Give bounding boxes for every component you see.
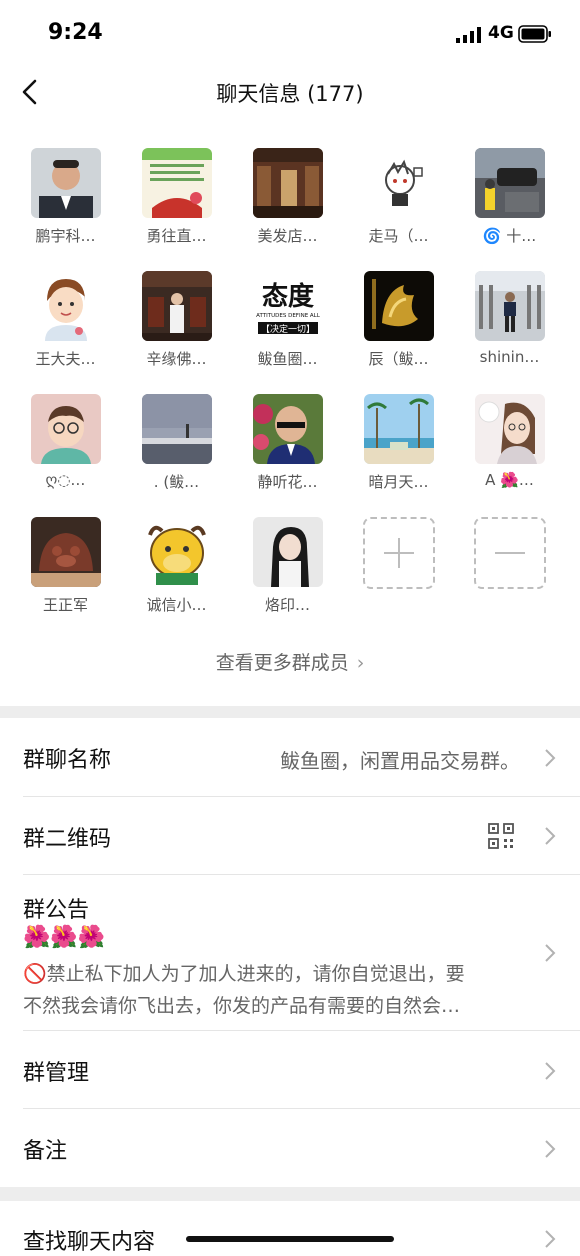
member-item[interactable]: 辛缘佛… <box>121 271 232 369</box>
member-name: . (鲅… <box>153 473 200 491</box>
search-chat-label: 查找聊天内容 <box>23 1230 156 1255</box>
avatar <box>474 148 545 218</box>
home-indicator[interactable] <box>186 1236 394 1242</box>
chevron-right-icon: › <box>356 652 365 674</box>
section-gap <box>0 706 580 718</box>
avatar-small-text: ATTITUDES DEFINE ALL <box>256 313 321 319</box>
member-item[interactable]: 鹏宇科… <box>10 148 121 246</box>
member-item[interactable]: 态度 ATTITUDES DEFINE ALL 【决定一切】 鲅鱼圈… <box>232 271 343 369</box>
member-name: A 🌺… <box>485 471 534 489</box>
avatar <box>474 271 545 341</box>
section-gap <box>0 1187 580 1201</box>
group-qr-label: 群二维码 <box>23 827 112 852</box>
chevron-right-icon <box>545 1230 556 1248</box>
status-bar: 9:24 4G <box>0 0 580 70</box>
member-name: 暗月天… <box>368 473 429 491</box>
member-name: 王大夫… <box>35 350 96 368</box>
avatar <box>141 148 212 218</box>
member-name: 静听花… <box>257 473 318 491</box>
member-name: 烙印… <box>264 596 310 614</box>
cell-signal-icon <box>456 27 481 43</box>
remark-row[interactable]: 备注 <box>0 1109 580 1187</box>
avatar <box>30 271 101 341</box>
chevron-right-icon <box>545 827 556 845</box>
member-name: 鹏宇科… <box>35 227 96 245</box>
member-name: 鲅鱼圈… <box>257 350 318 368</box>
view-more-members-link[interactable]: 查看更多群成员 › <box>0 648 580 675</box>
group-qr-row[interactable]: 群二维码 <box>0 797 580 874</box>
remove-member-button[interactable] <box>454 517 565 589</box>
member-name: ღ◌… <box>45 471 86 489</box>
member-item[interactable]: 王大夫… <box>10 271 121 369</box>
avatar <box>252 517 323 587</box>
avatar <box>141 517 212 587</box>
chevron-right-icon <box>545 1140 556 1158</box>
member-item[interactable]: 静听花… <box>232 394 343 492</box>
view-more-label: 查看更多群成员 <box>215 652 349 674</box>
member-item[interactable]: 辰（鲅… <box>343 271 454 369</box>
avatar: 态度 ATTITUDES DEFINE ALL 【决定一切】 <box>252 271 323 341</box>
member-name: 美发店… <box>257 227 318 245</box>
member-name: 辛缘佛… <box>146 350 207 368</box>
group-manage-label: 群管理 <box>23 1061 90 1086</box>
qr-code-icon <box>488 823 514 849</box>
minus-icon <box>473 517 546 589</box>
member-item[interactable]: . (鲅… <box>121 394 232 492</box>
notice-emoji: 🌺🌺🌺 <box>23 925 106 950</box>
group-manage-row[interactable]: 群管理 <box>0 1031 580 1108</box>
avatar <box>141 271 212 341</box>
notice-line-2: 不然我会请你飞出去，你发的产品有需要的自然会… <box>23 995 461 1017</box>
member-item[interactable]: A 🌺… <box>454 394 565 489</box>
network-type: 4G <box>488 23 514 43</box>
avatar-cn-text: 【决定一切】 <box>260 323 314 335</box>
member-name: 走马（… <box>368 227 429 245</box>
group-notice-label: 群公告 <box>23 898 90 923</box>
avatar <box>363 394 434 464</box>
group-name-label: 群聊名称 <box>23 748 112 773</box>
battery-icon <box>518 25 551 43</box>
member-item[interactable]: 美发店… <box>232 148 343 246</box>
member-item[interactable]: 暗月天… <box>343 394 454 492</box>
avatar <box>141 394 212 464</box>
member-item[interactable]: 勇往直… <box>121 148 232 246</box>
member-item[interactable]: 王正军 <box>10 517 121 615</box>
group-notice-row[interactable]: 群公告 🌺🌺🌺 🚫禁止私下加人为了加人进来的，请你自觉退出，要 不然我会请你飞出… <box>0 875 580 1030</box>
member-item[interactable]: 烙印… <box>232 517 343 615</box>
member-item[interactable]: shinin… <box>454 271 565 366</box>
member-item[interactable]: 🌀 十… <box>454 148 565 246</box>
search-chat-row[interactable]: 查找聊天内容 <box>0 1201 580 1255</box>
member-name: 🌀 十… <box>482 227 537 245</box>
status-time: 9:24 <box>48 20 103 45</box>
member-item[interactable]: 走马（… <box>343 148 454 246</box>
avatar <box>30 148 101 218</box>
plus-icon <box>362 517 435 589</box>
avatar <box>252 148 323 218</box>
member-name: shinin… <box>479 348 540 366</box>
notice-line-1: 🚫禁止私下加人为了加人进来的，请你自觉退出，要 <box>23 963 465 985</box>
group-name-value: 鲅鱼圈，闲置用品交易群。 <box>280 749 520 773</box>
page-title: 聊天信息 (177) <box>216 82 364 106</box>
avatar <box>363 271 434 341</box>
avatar-brush-text: 态度 <box>261 281 313 312</box>
member-name: 辰（鲅… <box>368 350 429 368</box>
member-name: 诚信小… <box>146 596 207 614</box>
member-item[interactable]: 诚信小… <box>121 517 232 615</box>
avatar <box>252 394 323 464</box>
chevron-right-icon <box>545 944 556 962</box>
chevron-right-icon <box>545 1062 556 1080</box>
nav-bar: 聊天信息 (177) <box>0 70 580 116</box>
member-name: 勇往直… <box>146 227 207 245</box>
member-item[interactable]: ღ◌… <box>10 394 121 489</box>
member-name: 王正军 <box>42 596 88 614</box>
avatar <box>30 394 101 464</box>
add-member-button[interactable] <box>343 517 454 589</box>
remark-label: 备注 <box>23 1139 68 1164</box>
chevron-right-icon <box>545 749 556 767</box>
avatar <box>474 394 545 464</box>
group-name-row[interactable]: 群聊名称 鲅鱼圈，闲置用品交易群。 <box>0 718 580 796</box>
avatar <box>30 517 101 587</box>
avatar <box>363 148 434 218</box>
